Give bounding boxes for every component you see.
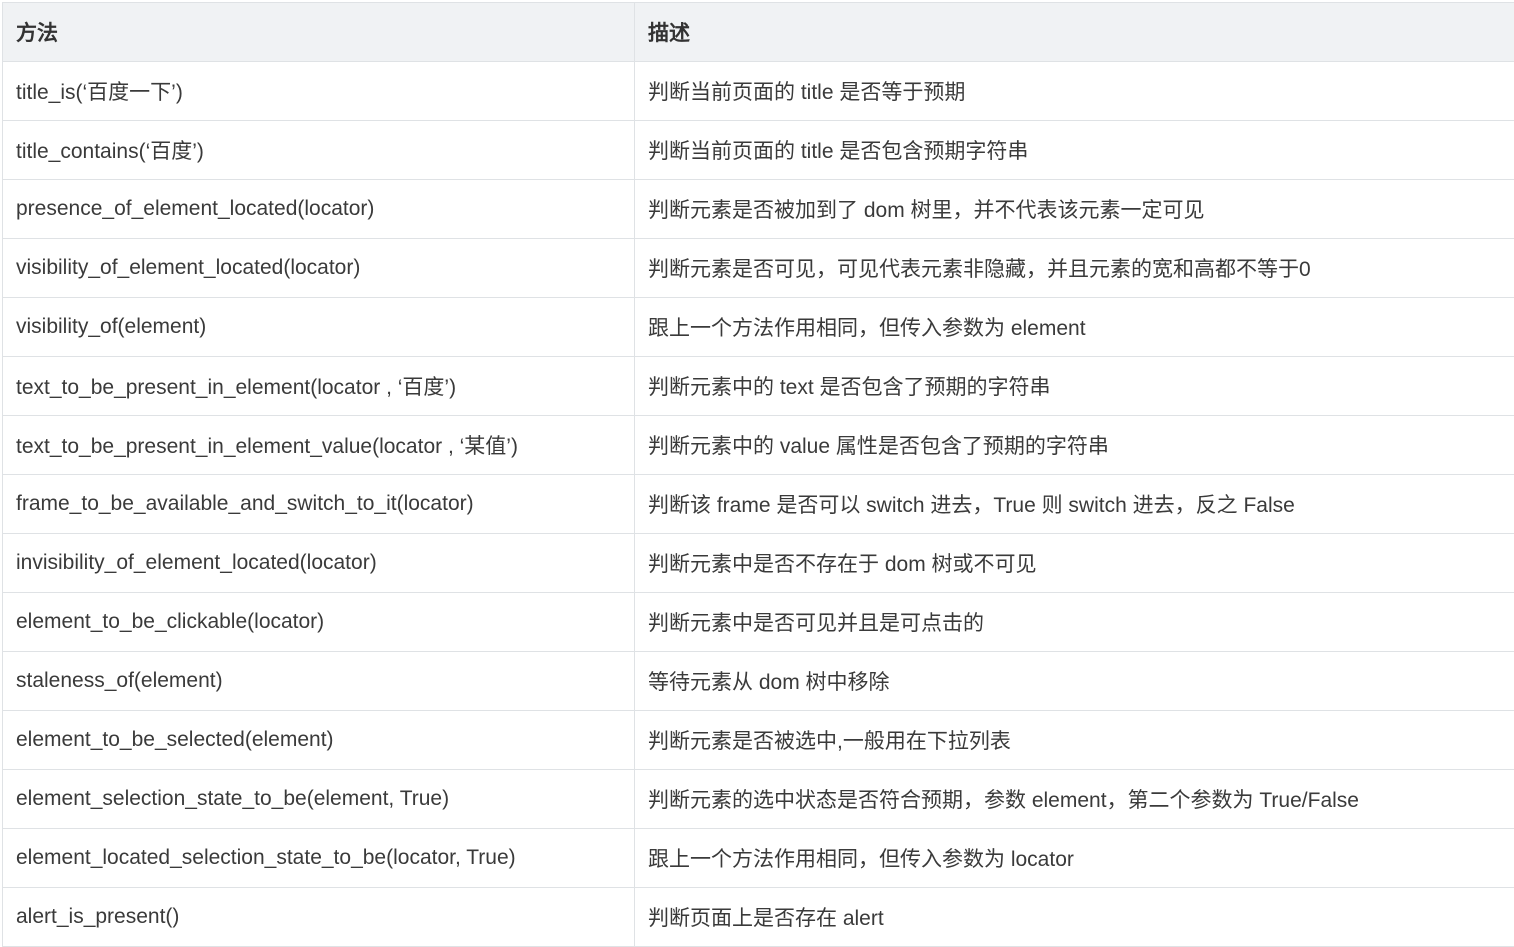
description-cell: 跟上一个方法作用相同，但传入参数为 element [635,298,1514,357]
description-cell: 判断元素是否可见，可见代表元素非隐藏，并且元素的宽和高都不等于0 [635,239,1514,298]
method-cell: text_to_be_present_in_element(locator , … [3,357,635,416]
method-cell: staleness_of(element) [3,652,635,711]
description-cell: 判断页面上是否存在 alert [635,888,1514,947]
table-header-row: 方法 描述 [3,3,1514,62]
description-cell: 判断当前页面的 title 是否等于预期 [635,62,1514,121]
description-cell: 等待元素从 dom 树中移除 [635,652,1514,711]
header-method: 方法 [3,3,635,62]
description-cell: 判断元素中的 text 是否包含了预期的字符串 [635,357,1514,416]
table-row: element_located_selection_state_to_be(lo… [3,829,1514,888]
table-row: alert_is_present() 判断页面上是否存在 alert [3,888,1514,947]
table-row: text_to_be_present_in_element_value(loca… [3,416,1514,475]
header-description: 描述 [635,3,1514,62]
method-cell: visibility_of_element_located(locator) [3,239,635,298]
table-row: staleness_of(element) 等待元素从 dom 树中移除 [3,652,1514,711]
table-row: title_is(‘百度一下’) 判断当前页面的 title 是否等于预期 [3,62,1514,121]
method-cell: presence_of_element_located(locator) [3,180,635,239]
table-row: visibility_of(element) 跟上一个方法作用相同，但传入参数为… [3,298,1514,357]
description-cell: 跟上一个方法作用相同，但传入参数为 locator [635,829,1514,888]
method-cell: element_located_selection_state_to_be(lo… [3,829,635,888]
description-cell: 判断元素中是否可见并且是可点击的 [635,593,1514,652]
methods-table-container: 方法 描述 title_is(‘百度一下’) 判断当前页面的 title 是否等… [2,2,1514,947]
method-cell: invisibility_of_element_located(locator) [3,534,635,593]
description-cell: 判断元素的选中状态是否符合预期，参数 element，第二个参数为 True/F… [635,770,1514,829]
description-cell: 判断元素中的 value 属性是否包含了预期的字符串 [635,416,1514,475]
method-cell: element_selection_state_to_be(element, T… [3,770,635,829]
description-cell: 判断该 frame 是否可以 switch 进去，True 则 switch 进… [635,475,1514,534]
description-cell: 判断当前页面的 title 是否包含预期字符串 [635,121,1514,180]
method-cell: element_to_be_selected(element) [3,711,635,770]
table-row: frame_to_be_available_and_switch_to_it(l… [3,475,1514,534]
method-cell: title_contains(‘百度’) [3,121,635,180]
methods-table: 方法 描述 title_is(‘百度一下’) 判断当前页面的 title 是否等… [2,2,1514,947]
method-cell: alert_is_present() [3,888,635,947]
table-row: title_contains(‘百度’) 判断当前页面的 title 是否包含预… [3,121,1514,180]
table-row: visibility_of_element_located(locator) 判… [3,239,1514,298]
table-row: text_to_be_present_in_element(locator , … [3,357,1514,416]
description-cell: 判断元素是否被选中,一般用在下拉列表 [635,711,1514,770]
description-cell: 判断元素中是否不存在于 dom 树或不可见 [635,534,1514,593]
method-cell: element_to_be_clickable(locator) [3,593,635,652]
method-cell: visibility_of(element) [3,298,635,357]
method-cell: frame_to_be_available_and_switch_to_it(l… [3,475,635,534]
table-row: element_to_be_selected(element) 判断元素是否被选… [3,711,1514,770]
description-cell: 判断元素是否被加到了 dom 树里，并不代表该元素一定可见 [635,180,1514,239]
table-row: presence_of_element_located(locator) 判断元… [3,180,1514,239]
method-cell: text_to_be_present_in_element_value(loca… [3,416,635,475]
table-row: element_selection_state_to_be(element, T… [3,770,1514,829]
table-row: invisibility_of_element_located(locator)… [3,534,1514,593]
method-cell: title_is(‘百度一下’) [3,62,635,121]
table-row: element_to_be_clickable(locator) 判断元素中是否… [3,593,1514,652]
